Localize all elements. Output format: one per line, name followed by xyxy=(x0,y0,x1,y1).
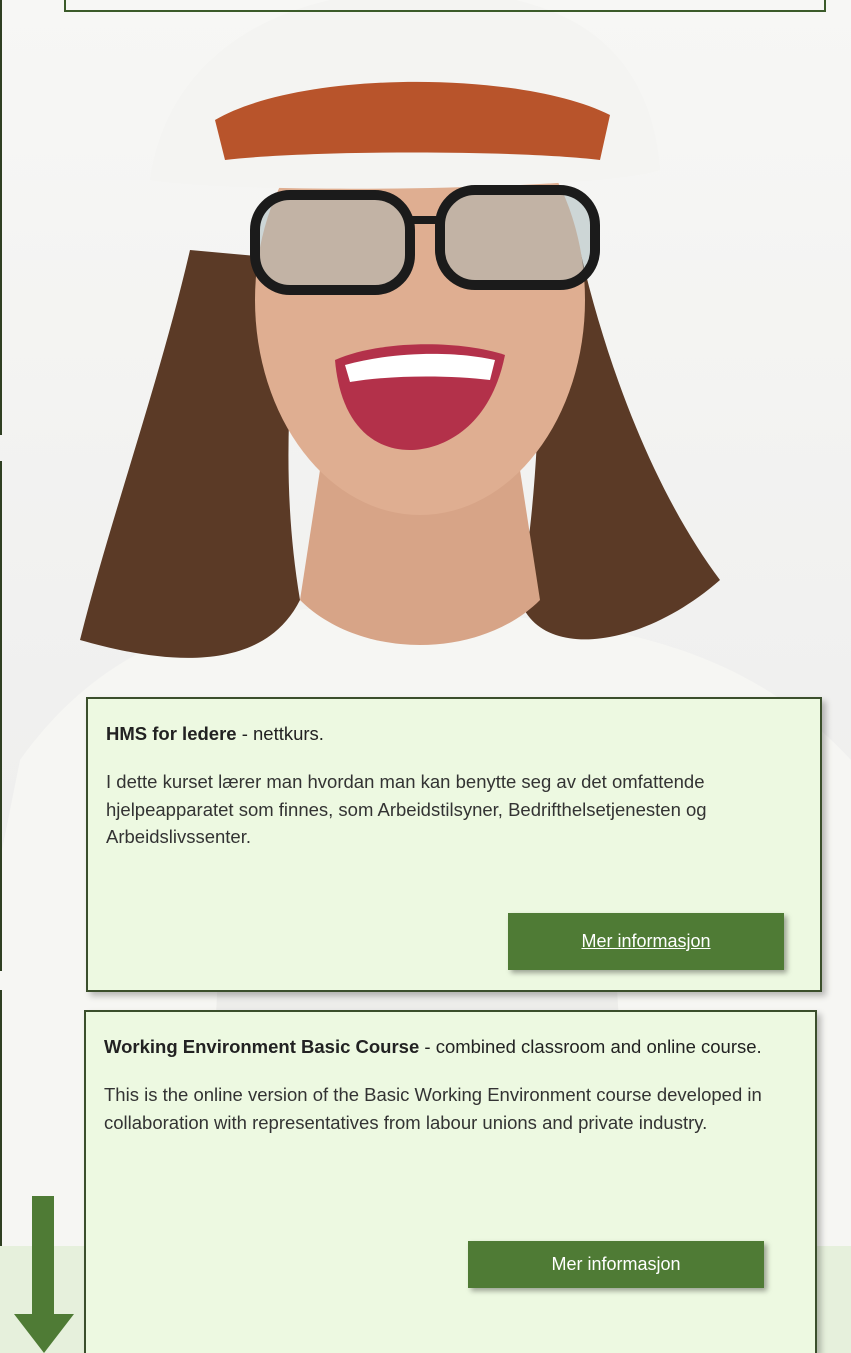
left-frame-border xyxy=(0,461,2,971)
course-card-hms: HMS for ledere - nettkurs. I dette kurse… xyxy=(86,697,822,992)
top-frame-border xyxy=(64,0,826,12)
course-title: Working Environment Basic Course - combi… xyxy=(104,1034,797,1061)
course-description: I dette kurset lærer man hvordan man kan… xyxy=(106,770,707,848)
course-description: This is the online version of the Basic … xyxy=(104,1083,762,1133)
course-title-bold: HMS for ledere xyxy=(106,723,237,744)
course-title: HMS for ledere - nettkurs. xyxy=(106,721,802,748)
more-info-button[interactable]: Mer informasjon xyxy=(468,1241,764,1288)
more-info-button[interactable]: Mer informasjon xyxy=(508,913,784,970)
course-title-subtitle: - nettkurs. xyxy=(236,723,324,744)
course-title-bold: Working Environment Basic Course xyxy=(104,1036,420,1057)
course-title-subtitle: - combined classroom and online course. xyxy=(419,1036,762,1057)
arrow-down-icon[interactable] xyxy=(12,1196,76,1353)
left-frame-border xyxy=(0,990,2,1260)
left-frame-border xyxy=(0,0,2,435)
course-card-working-environment: Working Environment Basic Course - combi… xyxy=(84,1010,817,1353)
